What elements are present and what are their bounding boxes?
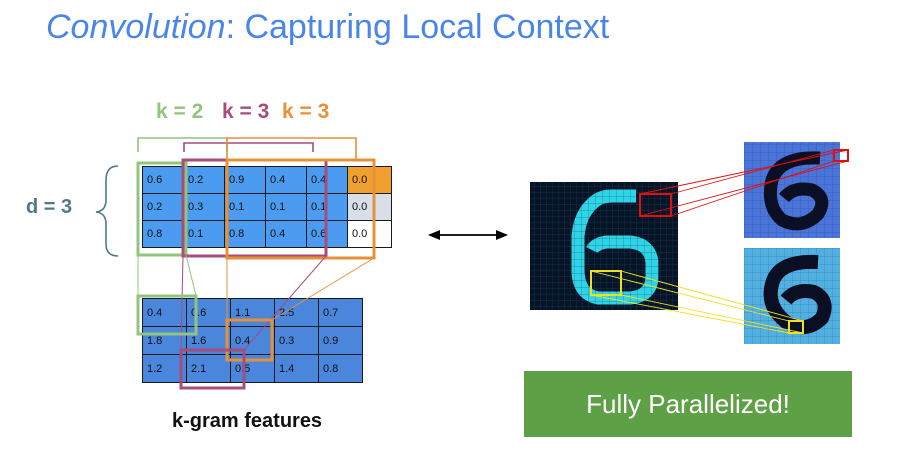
input-cell: 0.6	[142, 166, 184, 194]
double-arrow-icon	[428, 230, 508, 240]
digit-image	[530, 182, 678, 310]
feature-cell: 1.4	[274, 354, 319, 383]
title-rest: : Capturing Local Context	[225, 8, 610, 46]
feature-cell: 2.5	[274, 298, 319, 327]
padding-cell: 0.0	[347, 220, 392, 248]
feature-cell: 0.3	[274, 326, 319, 355]
feature-cell: 0.4	[230, 326, 275, 355]
feature-cell: 1.2	[142, 354, 187, 383]
input-cell: 0.1	[224, 193, 266, 221]
k-gram-caption: k-gram features	[172, 410, 323, 432]
input-cell: 0.4	[265, 220, 307, 248]
input-cell: 0.8	[142, 220, 184, 248]
yellow-zoom-lines	[590, 270, 804, 334]
input-cell: 0.8	[224, 220, 266, 248]
d-label: d = 3	[26, 196, 73, 218]
feature-cell: 0.7	[318, 298, 363, 327]
red-zoom-lines	[639, 149, 849, 217]
input-cell: 0.3	[183, 193, 225, 221]
input-cell: 0.1	[265, 193, 307, 221]
feature-cell: 0.4	[142, 298, 187, 327]
input-cell: 0.2	[142, 193, 184, 221]
input-cell: 0.9	[224, 166, 266, 194]
red-patch-highlight	[639, 193, 672, 217]
padding-cell: 0.0	[347, 193, 392, 221]
feature-cell: 0.8	[318, 354, 363, 383]
feature-cell: 1.8	[142, 326, 187, 355]
input-cell: 0.6	[306, 220, 348, 248]
slide-title: Convolution: Capturing Local Context	[46, 8, 609, 47]
input-cell: 0.4	[265, 166, 307, 194]
feature-cell: 2.1	[186, 354, 231, 383]
feature-cell: 0.5	[230, 354, 275, 383]
fully-parallelized-banner: Fully Parallelized!	[524, 371, 852, 437]
zoom-thumbnail-bottom	[744, 248, 840, 344]
input-cell: 0.1	[183, 220, 225, 248]
k3-orange-label: k = 3	[282, 100, 330, 123]
zoom-thumbnail-top	[744, 142, 849, 238]
feature-cell: 0.9	[318, 326, 363, 355]
feature-matrix: 0.4 0.6 1.1 2.5 0.7 1.8 1.6 0.4 0.3 0.9 …	[142, 298, 363, 383]
k3-orange-bracket	[226, 137, 357, 160]
k3-purple-bracket	[183, 142, 314, 152]
feature-cell: 0.6	[186, 298, 231, 327]
feature-cell: 1.6	[186, 326, 231, 355]
d-brace	[95, 165, 119, 257]
input-cell: 0.4	[306, 166, 348, 194]
title-italic: Convolution	[46, 8, 226, 46]
padding-cell: 0.0	[347, 166, 392, 194]
k3-purple-label: k = 3	[222, 100, 270, 123]
input-matrix: 0.6 0.2 0.9 0.4 0.4 0.0 0.2 0.3 0.1 0.1 …	[142, 166, 392, 248]
k2-bracket	[137, 137, 228, 152]
k2-label: k = 2	[156, 100, 204, 123]
input-cell: 0.2	[183, 166, 225, 194]
feature-cell: 1.1	[230, 298, 275, 327]
yellow-patch-highlight	[590, 270, 622, 296]
input-cell: 0.1	[306, 193, 348, 221]
